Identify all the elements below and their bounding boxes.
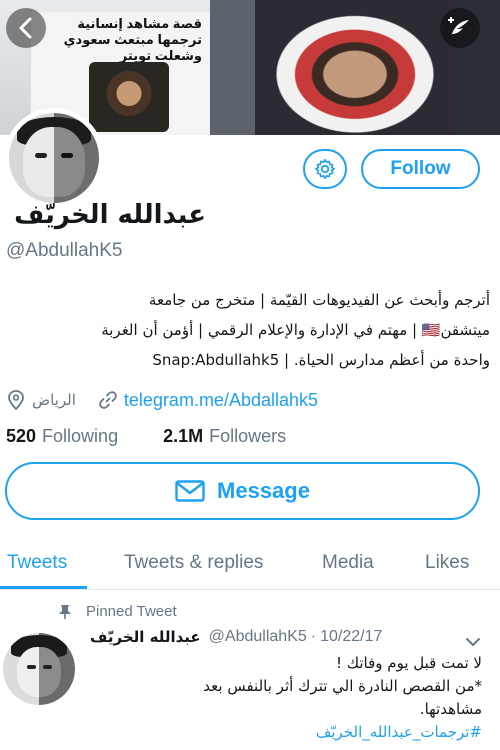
chevron-down-icon[interactable] <box>465 636 481 648</box>
following-count[interactable]: 520 Following <box>6 426 118 447</box>
profile-avatar[interactable] <box>4 108 104 208</box>
location-pin-icon <box>6 390 26 410</box>
profile-name: عبدالله الخريّف <box>14 200 206 230</box>
gear-icon <box>315 159 335 179</box>
tweet-separator: · <box>310 628 317 645</box>
message-button[interactable]: Message <box>5 462 480 520</box>
bio-line: واحدة من أعظم مدارس الحياة. | Snap:Abdul… <box>152 351 490 369</box>
tweet-hashtag[interactable]: #ترجمات_عبدالله_الخريّف <box>90 721 482 744</box>
pinned-tweet-label: Pinned Tweet <box>58 603 177 620</box>
settings-button[interactable] <box>303 149 347 189</box>
chevron-left-icon <box>19 17 32 39</box>
active-tab-indicator <box>0 586 87 589</box>
message-label: Message <box>217 478 310 503</box>
following-number: 520 <box>6 426 37 446</box>
tweet-text: لا تمت قبل يوم وفاتك ! *من القصص النادرة… <box>90 652 482 744</box>
banner-portrait-image <box>255 0 455 135</box>
tab-tweets[interactable]: Tweets <box>7 552 67 574</box>
pin-icon <box>59 604 71 619</box>
link-icon <box>98 390 118 410</box>
followers-number: 2.1M <box>163 426 204 446</box>
tab-likes[interactable]: Likes <box>425 552 469 574</box>
envelope-icon <box>175 480 205 502</box>
banner-headline: قصة مشاهد إنسانية ترجمها مبتعث سعودي وشع… <box>63 16 202 63</box>
profile-location: الرياض <box>32 391 76 409</box>
profile-meta: الرياض telegram.me/Abdallahk5 <box>6 387 318 413</box>
compose-icon <box>448 17 469 36</box>
tweet-line: مشاهدتها. <box>419 700 482 718</box>
profile-counts: 520 Following 2.1M Followers <box>6 426 286 447</box>
tweet-header: عبدالله الخريّف @AbdullahK5 · 10/22/17 <box>90 628 382 646</box>
tweet-author-handle[interactable]: @AbdullahK5 <box>209 628 307 646</box>
tweet-date[interactable]: 10/22/17 <box>320 628 382 646</box>
follow-button[interactable]: Follow <box>361 149 480 189</box>
banner-divider-image <box>210 0 255 135</box>
following-label: Following <box>42 426 119 446</box>
profile-tabs: Tweets Tweets & replies Media Likes <box>0 538 500 590</box>
profile-handle: @AbdullahK5 <box>6 240 123 261</box>
back-button[interactable] <box>6 8 46 48</box>
banner-article-photo <box>89 62 169 132</box>
tab-tweets-replies[interactable]: Tweets & replies <box>124 552 263 574</box>
followers-count[interactable]: 2.1M Followers <box>163 426 286 447</box>
followers-label: Followers <box>209 426 287 446</box>
tweet-avatar[interactable] <box>3 633 75 705</box>
bio-line: أترجم وأبحث عن الفيديوهات القيّمة | متخر… <box>148 291 490 309</box>
tab-media[interactable]: Media <box>322 552 374 574</box>
profile-bio: أترجم وأبحث عن الفيديوهات القيّمة | متخر… <box>0 285 490 375</box>
compose-button[interactable] <box>440 8 480 48</box>
profile-link[interactable]: telegram.me/Abdallahk5 <box>124 390 318 411</box>
tweet-author-name[interactable]: عبدالله الخريّف <box>90 628 201 646</box>
bio-line: ميتشقن🇺🇸 | مهتم في الإدارة والإعلام الرق… <box>101 321 490 339</box>
tweet-line: لا تمت قبل يوم وفاتك ! <box>335 654 482 672</box>
tweet-line: *من القصص النادرة الي تترك أثر بالنفس بع… <box>203 677 482 695</box>
